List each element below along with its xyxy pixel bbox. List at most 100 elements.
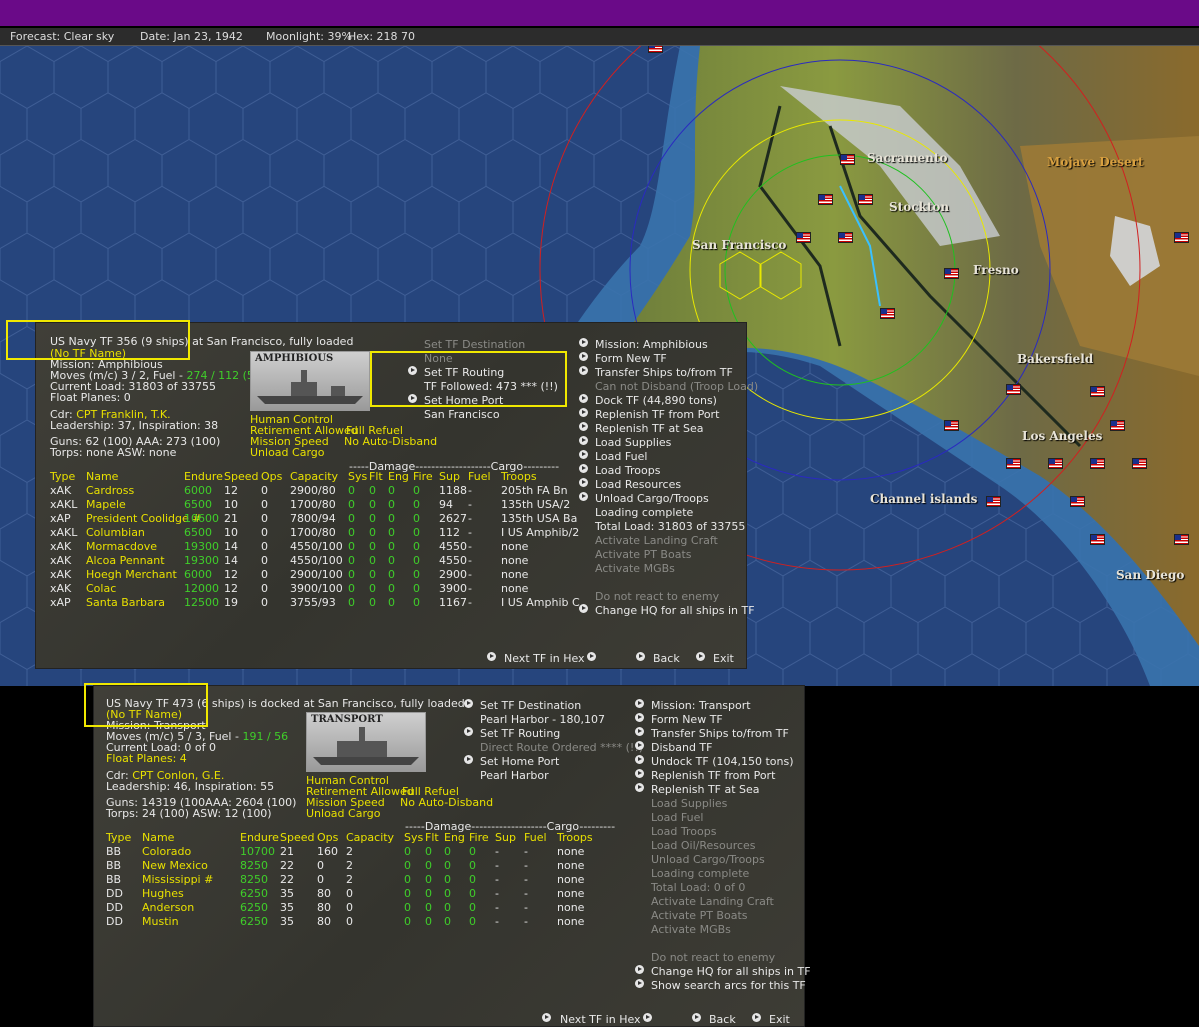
arrow-icon[interactable]	[635, 755, 644, 764]
column-header[interactable]: Fuel	[524, 831, 547, 845]
arrow-icon[interactable]	[635, 965, 644, 974]
opt-unload-cargo[interactable]: Unload Cargo	[306, 807, 381, 820]
us-base-icon[interactable]	[648, 46, 663, 53]
menu-item[interactable]: Unload Cargo/Troops	[595, 492, 709, 505]
us-base-icon[interactable]	[1070, 496, 1085, 507]
column-header[interactable]: Name	[86, 470, 118, 484]
menu-item[interactable]: Total Load: 31803 of 33755	[595, 520, 745, 533]
arrow-icon[interactable]	[579, 408, 588, 417]
menu-item[interactable]: Replenish TF at Sea	[651, 783, 760, 796]
arrow-icon[interactable]	[579, 338, 588, 347]
arrow-icon[interactable]	[579, 604, 588, 613]
us-base-icon[interactable]	[818, 194, 833, 205]
column-header[interactable]: Eng	[444, 831, 465, 845]
next-tf-button[interactable]: Next TF in Hex	[560, 1013, 641, 1026]
arrow-icon[interactable]	[464, 727, 473, 736]
menu-item[interactable]: Change HQ for all ships in TF	[651, 965, 811, 978]
column-header[interactable]: Speed	[280, 831, 314, 845]
column-header[interactable]: Fire	[413, 470, 433, 484]
menu-item[interactable]: Transfer Ships to/from TF	[595, 366, 733, 379]
column-header[interactable]: Flt	[425, 831, 439, 845]
column-header[interactable]: Troops	[501, 470, 537, 484]
arrow-icon[interactable]	[635, 979, 644, 988]
next-arrow-icon[interactable]	[643, 1013, 652, 1022]
exit-button[interactable]: Exit	[769, 1013, 790, 1026]
arrow-icon[interactable]	[635, 769, 644, 778]
menu-item[interactable]: Disband TF	[651, 741, 712, 754]
us-base-icon[interactable]	[858, 194, 873, 205]
arrow-icon[interactable]	[635, 783, 644, 792]
arrow-icon[interactable]	[579, 422, 588, 431]
set-routing-button[interactable]: Set TF Routing	[480, 727, 560, 740]
exit-arrow-icon[interactable]	[752, 1013, 761, 1022]
menu-item[interactable]: Show search arcs for this TF	[651, 979, 806, 992]
arrow-icon[interactable]	[635, 727, 644, 736]
set-home-port-button[interactable]: Set Home Port	[480, 755, 559, 768]
opt-no-auto-disband[interactable]: No Auto-Disband	[400, 796, 493, 809]
menu-item[interactable]: Load Fuel	[595, 450, 647, 463]
us-base-icon[interactable]	[796, 232, 811, 243]
menu-item[interactable]: Transfer Ships to/from TF	[651, 727, 789, 740]
arrow-icon[interactable]	[635, 741, 644, 750]
column-header[interactable]: Flt	[369, 470, 383, 484]
ship-name-link[interactable]: Hoegh Merchant	[86, 568, 177, 582]
us-base-icon[interactable]	[838, 232, 853, 243]
next-tf-button[interactable]: Next TF in Hex	[504, 652, 585, 665]
ship-name-link[interactable]: Colorado	[142, 845, 191, 859]
us-base-icon[interactable]	[1132, 458, 1147, 469]
menu-item[interactable]: Change HQ for all ships in TF	[595, 604, 755, 617]
column-header[interactable]: Sys	[404, 831, 423, 845]
us-base-icon[interactable]	[1048, 458, 1063, 469]
menu-item[interactable]: Loading complete	[595, 506, 693, 519]
us-base-icon[interactable]	[986, 496, 1001, 507]
column-header[interactable]: Type	[50, 470, 75, 484]
menu-item[interactable]: Replenish TF at Sea	[595, 422, 704, 435]
column-header[interactable]: Ops	[261, 470, 282, 484]
us-base-icon[interactable]	[1110, 420, 1125, 431]
menu-item[interactable]: Dock TF (44,890 tons)	[595, 394, 717, 407]
us-base-icon[interactable]	[880, 308, 895, 319]
menu-item[interactable]: Load Supplies	[595, 436, 671, 449]
menu-item[interactable]: Form New TF	[651, 713, 723, 726]
prev-arrow-icon[interactable]	[487, 652, 496, 661]
arrow-icon[interactable]	[579, 450, 588, 459]
column-header[interactable]: Speed	[224, 470, 258, 484]
column-header[interactable]: Endure	[184, 470, 223, 484]
column-header[interactable]: Sys	[348, 470, 367, 484]
ship-name-link[interactable]: Cardross	[86, 484, 134, 498]
ship-name-link[interactable]: Mississippi #	[142, 873, 213, 887]
column-header[interactable]: Sup	[439, 470, 460, 484]
us-base-icon[interactable]	[944, 420, 959, 431]
menu-item[interactable]: Load Troops	[595, 464, 660, 477]
us-base-icon[interactable]	[1006, 384, 1021, 395]
us-base-icon[interactable]	[1090, 458, 1105, 469]
prev-arrow-icon[interactable]	[542, 1013, 551, 1022]
back-button[interactable]: Back	[709, 1013, 736, 1026]
arrow-icon[interactable]	[579, 464, 588, 473]
arrow-icon[interactable]	[579, 394, 588, 403]
us-base-icon[interactable]	[1090, 534, 1105, 545]
next-arrow-icon[interactable]	[587, 652, 596, 661]
column-header[interactable]: Name	[142, 831, 174, 845]
ship-name-link[interactable]: Santa Barbara	[86, 596, 165, 610]
column-header[interactable]: Capacity	[290, 470, 338, 484]
column-header[interactable]: Capacity	[346, 831, 394, 845]
opt-no-auto-disband[interactable]: No Auto-Disband	[344, 435, 437, 448]
arrow-icon[interactable]	[579, 478, 588, 487]
ship-name-link[interactable]: Mustin	[142, 915, 179, 929]
exit-button[interactable]: Exit	[713, 652, 734, 665]
arrow-icon[interactable]	[464, 755, 473, 764]
column-header[interactable]: Endure	[240, 831, 279, 845]
ship-name-link[interactable]: Colac	[86, 582, 116, 596]
us-base-icon[interactable]	[840, 154, 855, 165]
back-button[interactable]: Back	[653, 652, 680, 665]
column-header[interactable]: Fire	[469, 831, 489, 845]
column-header[interactable]: Fuel	[468, 470, 491, 484]
set-destination-button[interactable]: Set TF Destination	[480, 699, 581, 712]
ship-name-link[interactable]: Mormacdove	[86, 540, 157, 554]
column-header[interactable]: Troops	[557, 831, 593, 845]
column-header[interactable]: Ops	[317, 831, 338, 845]
arrow-icon[interactable]	[579, 352, 588, 361]
column-header[interactable]: Type	[106, 831, 131, 845]
arrow-icon[interactable]	[579, 366, 588, 375]
